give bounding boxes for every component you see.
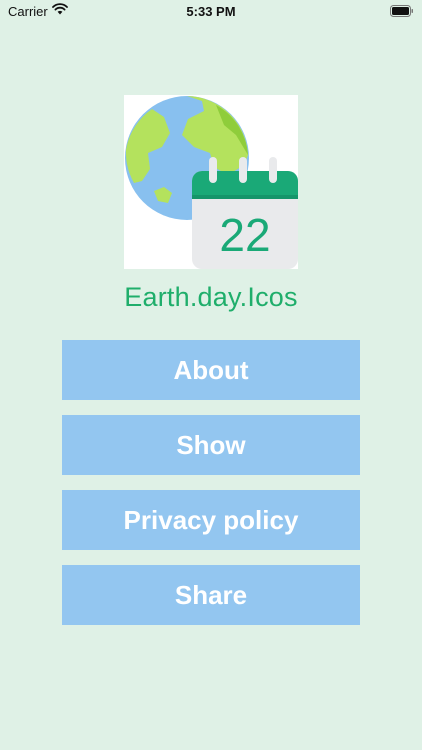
show-button[interactable]: Show — [62, 415, 360, 475]
earth-calendar-logo-icon: 22 — [125, 96, 298, 269]
app-title: Earth.day.Icos — [124, 282, 298, 312]
status-bar: Carrier 5:33 PM — [0, 0, 422, 22]
privacy-policy-button[interactable]: Privacy policy — [62, 490, 360, 550]
app-logo: 22 — [124, 95, 298, 269]
calendar-day-number: 22 — [219, 209, 270, 261]
status-time: 5:33 PM — [186, 4, 236, 19]
share-button[interactable]: Share — [62, 565, 360, 625]
battery-icon — [390, 5, 414, 20]
about-button[interactable]: About — [62, 340, 360, 400]
